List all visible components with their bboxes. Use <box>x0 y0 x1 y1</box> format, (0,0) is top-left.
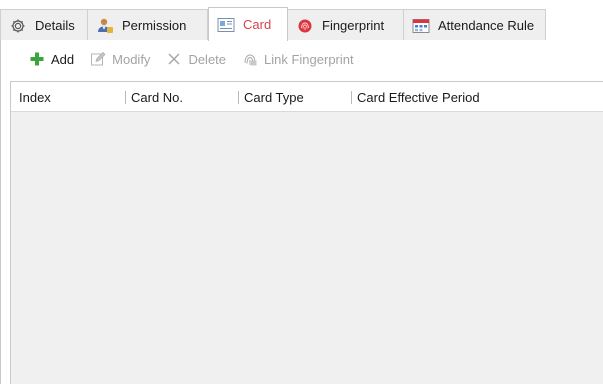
column-header-card-type[interactable]: Card Type <box>238 82 304 112</box>
column-header-index[interactable]: Index <box>19 82 51 112</box>
close-icon <box>166 51 182 67</box>
gear-icon <box>9 17 27 35</box>
fingerprint-icon <box>296 17 314 35</box>
card-panel: Add Modify Delete Link Fingerprint Index… <box>0 40 603 384</box>
card-icon <box>217 16 235 34</box>
tab-attendance-rule[interactable]: Attendance Rule <box>404 9 546 41</box>
tab-strip: Details Permission Card Fingerprint Atte… <box>0 0 603 41</box>
person-detail-window: Details Permission Card Fingerprint Atte… <box>0 0 603 384</box>
modify-button-label: Modify <box>112 51 151 67</box>
table-body <box>11 112 603 384</box>
modify-button[interactable]: Modify <box>90 51 150 67</box>
fingerprint-link-icon <box>242 51 258 67</box>
card-toolbar: Add Modify Delete Link Fingerprint <box>1 40 603 78</box>
user-permission-icon <box>96 17 114 35</box>
column-separator <box>125 90 126 104</box>
add-button-label: Add <box>51 51 75 67</box>
delete-button[interactable]: Delete <box>166 51 226 67</box>
calendar-icon <box>412 17 430 35</box>
tab-permission[interactable]: Permission <box>88 9 208 41</box>
card-table: Index Card No. Card Type Card Effective … <box>10 81 603 384</box>
tab-fingerprint[interactable]: Fingerprint <box>288 9 404 41</box>
table-header: Index Card No. Card Type Card Effective … <box>11 82 603 112</box>
tab-card[interactable]: Card <box>208 7 288 41</box>
tab-card-label: Card <box>243 17 272 32</box>
tab-fingerprint-label: Fingerprint <box>322 18 385 33</box>
tab-details-label: Details <box>35 18 75 33</box>
column-separator <box>238 90 239 104</box>
add-button[interactable]: Add <box>29 51 74 67</box>
plus-icon <box>29 51 45 67</box>
tab-attendance-rule-label: Attendance Rule <box>438 18 535 33</box>
edit-icon <box>90 51 106 67</box>
tab-permission-label: Permission <box>122 18 187 33</box>
column-header-card-no[interactable]: Card No. <box>125 82 183 112</box>
column-separator <box>351 90 352 104</box>
tab-details[interactable]: Details <box>0 9 88 41</box>
column-header-card-effective-period[interactable]: Card Effective Period <box>351 82 480 112</box>
link-fingerprint-button-label: Link Fingerprint <box>264 51 354 67</box>
link-fingerprint-button[interactable]: Link Fingerprint <box>242 51 354 67</box>
delete-button-label: Delete <box>188 51 227 67</box>
